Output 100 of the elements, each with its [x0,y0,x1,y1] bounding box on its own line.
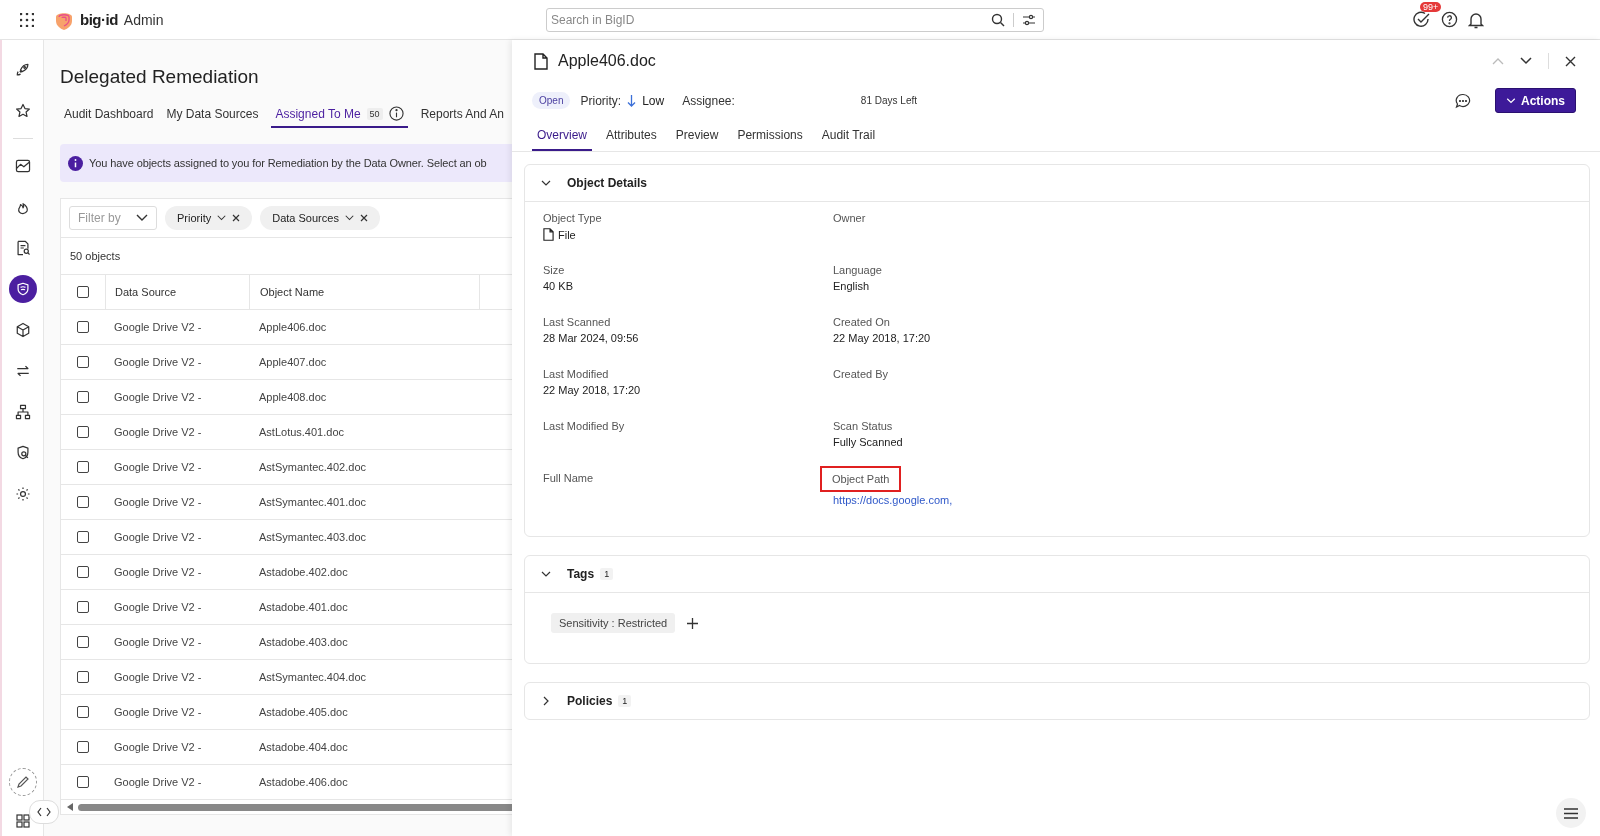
tab[interactable]: Preview [670,128,724,151]
row-checkbox[interactable] [77,496,89,508]
table-cell-text: Apple406.doc [258,321,328,333]
chevron-down-icon[interactable] [541,178,551,188]
collapse-sidebar-button[interactable] [28,800,59,824]
filter-sliders-icon[interactable] [1022,13,1036,26]
row-checkbox[interactable] [77,636,89,648]
actions-button[interactable]: Actions [1495,88,1576,113]
field-label: Size [543,264,565,276]
table-cell-text: Google Drive V2 - [113,601,203,613]
file-icon [543,228,554,241]
comment-icon[interactable] [1455,92,1471,109]
field-value: English [833,280,871,292]
row-checkbox[interactable] [77,531,89,543]
tab[interactable]: Permissions [732,128,808,151]
tree-icon [13,403,32,421]
star-icon [13,102,32,120]
search-icon[interactable] [991,12,1005,27]
field-label: Object Path [822,468,900,490]
object-title: Apple406.doc [558,52,656,70]
field-label: Owner [833,212,866,224]
chevron-down-icon[interactable] [541,569,551,579]
table-cell-text: Astadobe.405.doc [258,706,349,718]
sidebar-item[interactable] [8,275,37,303]
table-cell-text: Apple408.doc [258,391,328,403]
field-value: 40 KB [543,280,574,292]
row-checkbox[interactable] [77,391,89,403]
row-checkbox[interactable] [77,321,89,333]
tab[interactable]: Overview [532,128,592,151]
table-cell-text: Astadobe.406.doc [258,776,349,788]
field-label: Full Name [543,472,594,484]
row-checkbox[interactable] [77,776,89,788]
field-value: 22 May 2018, 17:20 [543,384,642,396]
field-label: Last Scanned [543,316,611,328]
field-value: Fully Scanned [833,436,904,448]
row-checkbox[interactable] [77,601,89,613]
arrow-down-icon [627,94,637,107]
close-icon[interactable] [1565,55,1576,67]
row-checkbox[interactable] [77,356,89,368]
table-cell-text: AstLotus.401.doc [258,426,345,438]
close-icon[interactable] [359,214,368,222]
menu-button[interactable] [1556,798,1586,828]
section-title: Tags [567,567,595,581]
close-icon[interactable] [232,214,241,222]
tab[interactable]: Audit Dashboard [64,106,154,128]
apps-grid-icon[interactable] [15,814,30,828]
count-badge: 1 [600,568,614,580]
row-checkbox[interactable] [77,741,89,753]
table-cell-text: Google Drive V2 - [113,671,203,683]
bell-icon[interactable] [1468,10,1484,29]
table-cell-text: Google Drive V2 - [113,776,203,788]
chevron-down-icon [217,215,227,221]
add-icon[interactable] [687,617,699,629]
count-badge: 50 [366,107,383,120]
field-value: 22 May 2018, 17:20 [833,332,932,344]
info-icon[interactable] [388,106,404,121]
table-cell-text: Google Drive V2 - [113,321,203,333]
tag-chip: Sensitivity : Restricted [551,613,676,633]
menu-icon [1564,807,1578,819]
filter-chip[interactable]: Data Sources [260,206,380,230]
table-cell-text: Google Drive V2 - [113,426,203,438]
scroll-left-icon[interactable] [67,803,73,811]
tab[interactable]: Attributes [601,128,662,151]
filter-chip[interactable]: Priority [165,206,253,230]
select-all-checkbox[interactable] [77,286,89,298]
chevron-right-icon[interactable] [541,696,551,706]
tab[interactable]: Audit Trail [816,128,881,151]
table-cell-text: Google Drive V2 - [113,356,203,368]
row-checkbox[interactable] [77,461,89,473]
chevron-down-icon [1506,97,1516,104]
search-field[interactable]: Search in BigID [546,7,1044,32]
app-grid-icon[interactable] [20,12,34,27]
help-icon[interactable] [1441,11,1458,28]
table-cell-text: AstSymantec.401.doc [258,496,367,508]
table-cell-text: Google Drive V2 - [113,636,203,648]
object-path-link[interactable]: https://docs.google.com, [833,494,1571,506]
brand-logo: big·id [80,11,118,28]
notification-badge: 99+ [1420,1,1442,12]
tab[interactable]: Reports And An [420,106,504,128]
field-value: 28 Mar 2024, 09:56 [543,332,640,344]
info-icon [68,155,83,171]
tab[interactable]: My Data Sources [166,106,259,128]
table-cell-text: Astadobe.404.doc [258,741,349,753]
row-checkbox[interactable] [77,426,89,438]
product-name: Admin [123,11,164,28]
column-header[interactable]: Object Name [249,275,479,309]
tab[interactable]: Assigned To Me 50 [271,106,408,128]
pencil-icon [15,775,30,789]
table-cell-text: Google Drive V2 - [113,741,203,753]
field-label: Last Modified By [543,420,625,432]
row-checkbox[interactable] [77,706,89,718]
chevron-down-icon[interactable] [1520,57,1532,65]
page-title: Delegated Remediation [60,66,260,88]
field-label: Language [833,264,882,276]
assignee-label: Assignee: [682,93,735,108]
row-checkbox[interactable] [77,566,89,578]
field-label: Created On [833,316,890,328]
horizontal-scrollbar[interactable] [78,803,512,811]
row-checkbox[interactable] [77,671,89,683]
column-header[interactable]: Data Source [105,275,249,309]
